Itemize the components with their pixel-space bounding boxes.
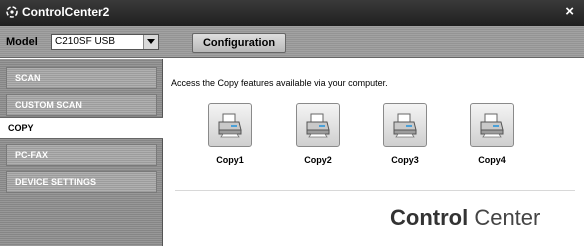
main-panel: Access the Copy features available via y… (163, 59, 584, 246)
copy4-button[interactable] (470, 103, 514, 147)
toolbar: Model C210SF USB Configuration (0, 26, 584, 58)
copy2-button[interactable] (296, 103, 340, 147)
copy1-button[interactable] (208, 103, 252, 147)
printer-icon (218, 113, 242, 138)
logo-text-bold: Control (390, 205, 469, 230)
control-center-logo: Control Center (390, 205, 540, 231)
sidebar-item-copy[interactable]: COPY (0, 117, 163, 139)
copy3-label: Copy3 (391, 155, 419, 165)
chevron-down-icon (147, 39, 155, 44)
divider (175, 190, 575, 191)
sidebar-item-device-settings[interactable]: DEVICE SETTINGS (6, 171, 157, 193)
description-text: Access the Copy features available via y… (171, 78, 388, 88)
model-select[interactable]: C210SF USB (51, 34, 159, 50)
copy2-label: Copy2 (304, 155, 332, 165)
close-icon[interactable]: × (565, 3, 574, 21)
copy1-label: Copy1 (216, 155, 244, 165)
sidebar-item-pc-fax[interactable]: PC-FAX (6, 144, 157, 166)
controlcenter-window: ControlCenter2 × Model C210SF USB Config… (0, 0, 584, 246)
printer-icon (480, 113, 504, 138)
model-label: Model (6, 36, 38, 48)
sidebar-item-custom-scan[interactable]: CUSTOM SCAN (6, 94, 157, 116)
controlcenter-app-icon (6, 6, 18, 18)
model-select-value: C210SF USB (55, 36, 116, 47)
dropdown-button[interactable] (143, 35, 158, 49)
printer-icon (306, 113, 330, 138)
window-title: ControlCenter2 (22, 5, 110, 19)
sidebar-item-scan[interactable]: SCAN (6, 67, 157, 89)
configuration-button[interactable]: Configuration (192, 33, 286, 53)
title-bar: ControlCenter2 × (0, 0, 584, 26)
copy4-label: Copy4 (478, 155, 506, 165)
logo-text-light: Center (468, 205, 541, 230)
copy3-button[interactable] (383, 103, 427, 147)
sidebar: SCAN CUSTOM SCAN COPY PC-FAX DEVICE SETT… (0, 59, 163, 246)
printer-icon (393, 113, 417, 138)
